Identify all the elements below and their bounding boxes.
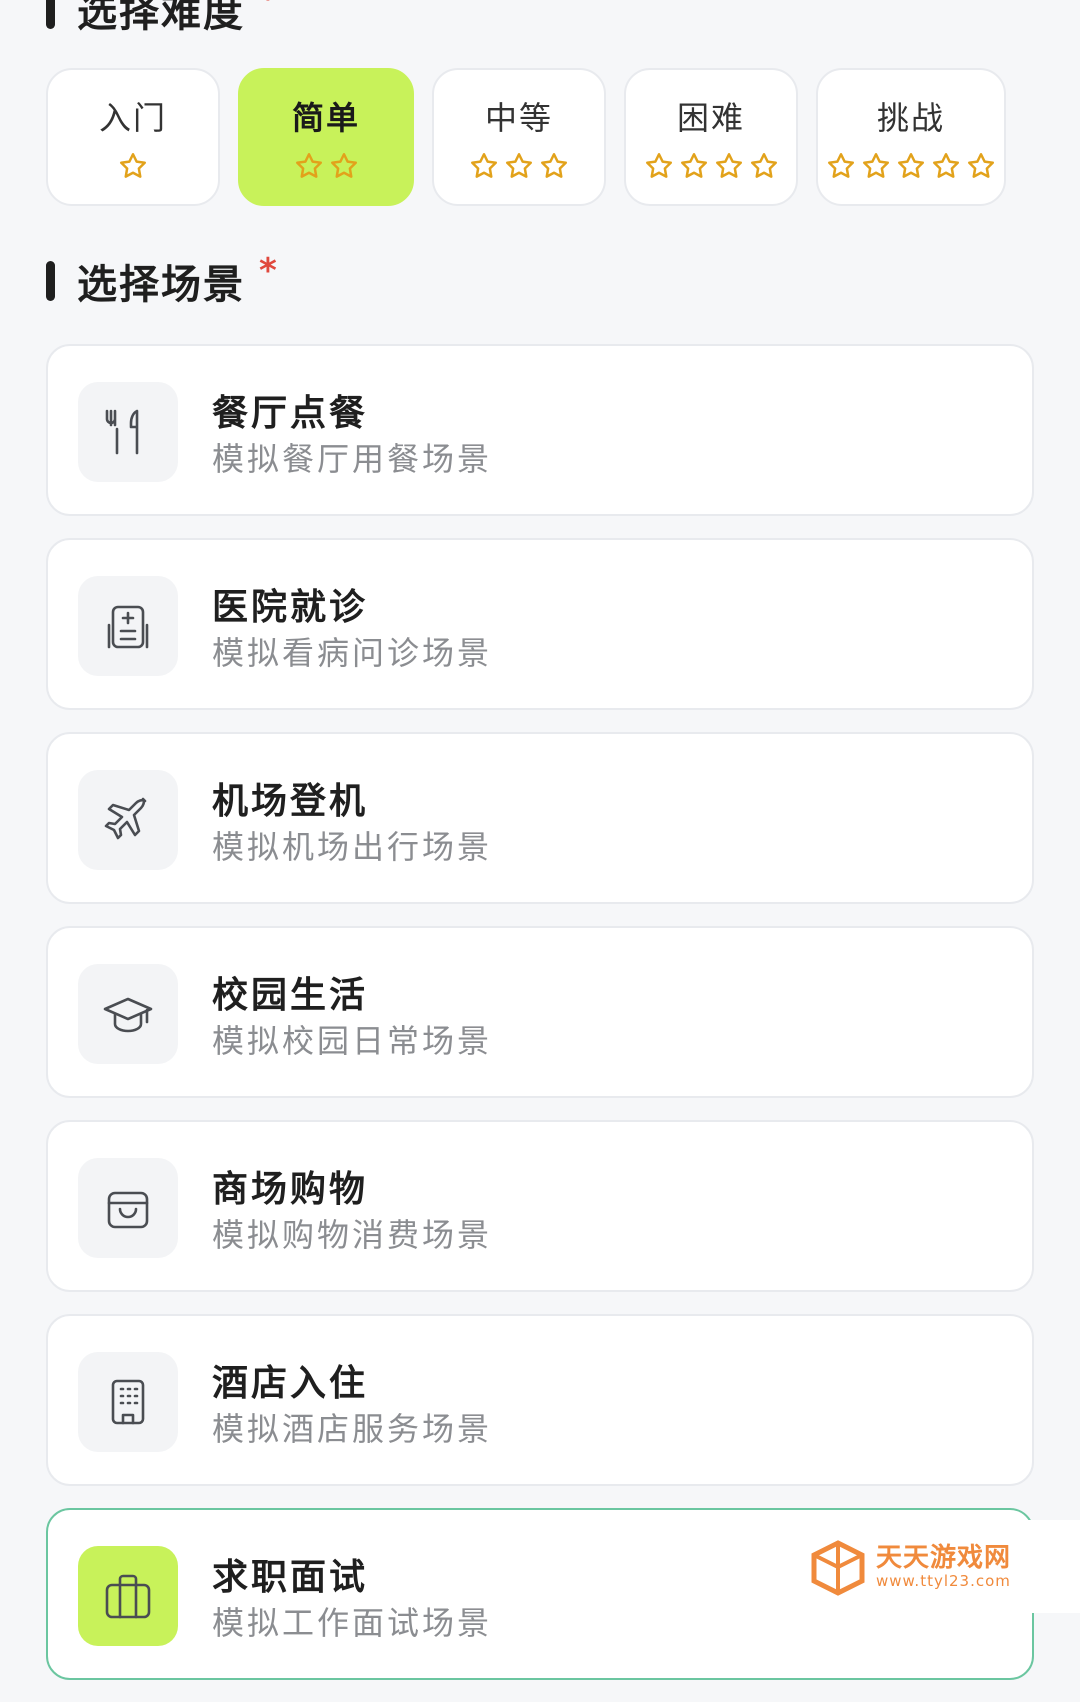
- scene-section-title: 选择场景 *: [46, 251, 279, 310]
- star-icon: [506, 153, 532, 178]
- scene-card-3[interactable]: 机场登机模拟机场出行场景: [46, 732, 1034, 904]
- scene-title: 商场购物: [212, 1169, 369, 1210]
- scene-icon-box: [78, 964, 178, 1064]
- scene-icon-box: [78, 382, 178, 482]
- star-icon: [680, 153, 707, 178]
- scene-card-4[interactable]: 校园生活模拟校园日常场景: [46, 926, 1034, 1098]
- difficulty-stars: [644, 151, 779, 181]
- star-icon: [120, 153, 146, 178]
- watermark-logo-icon: [811, 1539, 865, 1596]
- difficulty-option-1[interactable]: 入门: [46, 68, 220, 206]
- airplane-icon: [104, 797, 147, 840]
- section-marker: [46, 0, 55, 29]
- scene-title: 医院就诊: [212, 587, 369, 628]
- star-icon: [863, 153, 889, 178]
- scene-subtitle: 模拟餐厅用餐场景: [212, 440, 493, 478]
- difficulty-title-text: 选择难度: [77, 0, 245, 36]
- scene-title: 餐厅点餐: [212, 393, 369, 434]
- difficulty-label: 困难: [676, 99, 745, 137]
- difficulty-section-title: 选择难度 *: [46, 0, 279, 38]
- scene-title-text: 选择场景: [77, 262, 245, 308]
- required-mark: *: [259, 251, 279, 291]
- difficulty-options: 入门 简单 中等 困难 挑战: [46, 68, 1034, 208]
- star-icon: [750, 153, 777, 178]
- watermark: 天天游戏网 www.ttyl23.com: [788, 1520, 1080, 1613]
- section-marker: [46, 261, 55, 301]
- star-icon: [541, 153, 567, 178]
- scene-icon-box: [78, 1158, 178, 1258]
- difficulty-label: 挑战: [876, 99, 945, 137]
- shopping-bag-icon: [107, 1191, 149, 1229]
- building-icon: [111, 1379, 145, 1425]
- star-icon: [828, 153, 854, 178]
- scene-subtitle: 模拟工作面试场景: [212, 1604, 493, 1642]
- difficulty-option-5[interactable]: 挑战: [816, 68, 1006, 206]
- scene-card-5[interactable]: 商场购物模拟购物消费场景: [46, 1120, 1034, 1292]
- scene-title: 求职面试: [212, 1557, 369, 1598]
- required-mark: *: [259, 0, 279, 19]
- scene-subtitle: 模拟酒店服务场景: [212, 1410, 493, 1448]
- scene-list: 餐厅点餐 模拟餐厅用餐场景 医院就诊 模拟看病问诊场景 机场登机 模拟机场出行场景 校园生活…: [46, 344, 1034, 1702]
- difficulty-label: 入门: [98, 99, 167, 137]
- scene-subtitle: 模拟校园日常场景: [212, 1022, 493, 1060]
- scene-icon-box: [78, 770, 178, 870]
- scene-subtitle: 模拟机场出行场景: [212, 828, 493, 866]
- star-icon: [330, 153, 357, 178]
- scene-card-2[interactable]: 医院就诊模拟看病问诊场景: [46, 538, 1034, 710]
- difficulty-stars: [826, 151, 996, 181]
- difficulty-label: 中等: [484, 99, 553, 137]
- graduation-cap-icon: [103, 997, 153, 1033]
- difficulty-stars: [118, 151, 148, 181]
- difficulty-option-3[interactable]: 中等: [432, 68, 606, 206]
- difficulty-label: 简单: [291, 99, 360, 137]
- hospital-icon: [107, 605, 149, 649]
- scene-card-6[interactable]: 酒店入住模拟酒店服务场景: [46, 1314, 1034, 1486]
- briefcase-icon: [105, 1574, 151, 1619]
- scene-icon-box: [78, 1546, 178, 1646]
- difficulty-option-4[interactable]: 困难: [624, 68, 798, 206]
- scene-title: 酒店入住: [212, 1363, 369, 1404]
- scene-icon-box: [78, 1352, 178, 1452]
- difficulty-option-2[interactable]: 简单: [238, 68, 414, 206]
- star-icon: [933, 153, 959, 178]
- scene-title: 机场登机: [212, 781, 369, 822]
- scene-icon-box: [78, 576, 178, 676]
- star-icon: [898, 153, 924, 178]
- star-icon: [968, 153, 994, 178]
- star-icon: [715, 153, 742, 178]
- scene-subtitle: 模拟购物消费场景: [212, 1216, 493, 1254]
- scene-title: 校园生活: [212, 975, 369, 1016]
- scene-card-1[interactable]: 餐厅点餐模拟餐厅用餐场景: [46, 344, 1034, 516]
- scene-subtitle: 模拟看病问诊场景: [212, 634, 493, 672]
- watermark-name: 天天游戏网: [876, 1542, 1012, 1573]
- difficulty-stars: [469, 151, 569, 181]
- star-icon: [645, 153, 672, 178]
- star-icon: [295, 153, 322, 178]
- utensils-icon: [105, 409, 139, 455]
- watermark-url: www.ttyl23.com: [876, 1571, 1011, 1590]
- star-icon: [471, 153, 497, 178]
- difficulty-stars: [294, 151, 359, 181]
